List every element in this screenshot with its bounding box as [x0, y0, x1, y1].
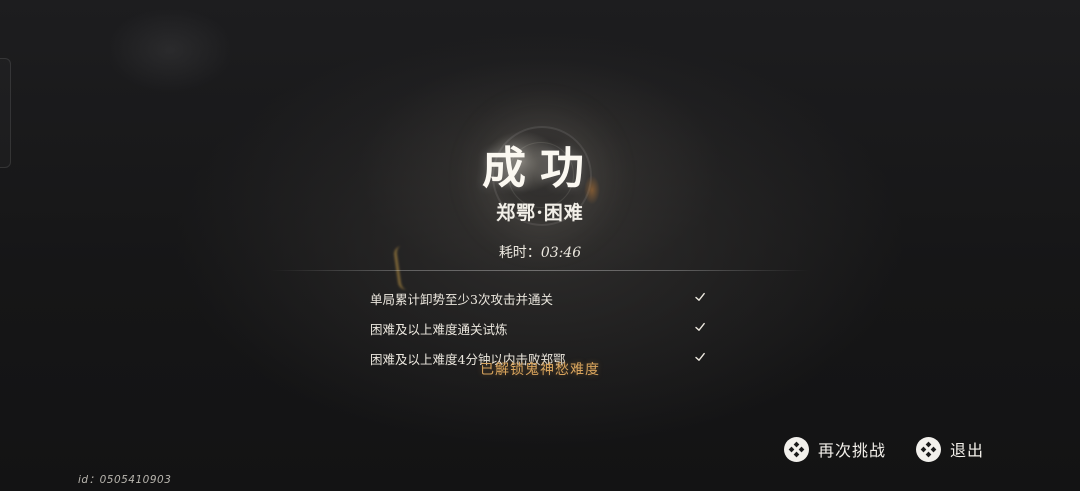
background-figure — [110, 0, 290, 110]
stage-name: 郑鄂·困难 — [496, 202, 584, 224]
objective-item: 困难及以上难度通关试炼 — [370, 320, 710, 350]
objective-text: 困难及以上难度通关试炼 — [370, 322, 508, 337]
diamond-dots-icon — [784, 436, 809, 462]
unlock-notice: 已解锁鬼神愁难度 — [480, 362, 600, 378]
elapsed-time-value: 03:46 — [540, 245, 582, 261]
objective-item: 单局累计卸势至少3次攻击并通关 — [370, 290, 710, 320]
user-id: id：0505410903 — [78, 474, 172, 486]
retry-button[interactable]: 再次挑战 — [784, 435, 886, 463]
exit-button-label: 退出 — [950, 441, 985, 460]
result-title: 成功 — [482, 143, 598, 194]
elapsed-time: 耗时：03:46 — [0, 242, 1080, 262]
elapsed-time-label: 耗时： — [498, 245, 541, 261]
diamond-dots-icon — [916, 436, 941, 462]
exit-button[interactable]: 退出 — [916, 435, 984, 463]
retry-button-label: 再次挑战 — [818, 441, 887, 460]
checkmark-icon — [695, 292, 705, 301]
checkmark-icon — [695, 322, 705, 331]
divider-line — [270, 270, 810, 271]
objective-text: 单局累计卸势至少3次攻击并通关 — [370, 292, 553, 307]
